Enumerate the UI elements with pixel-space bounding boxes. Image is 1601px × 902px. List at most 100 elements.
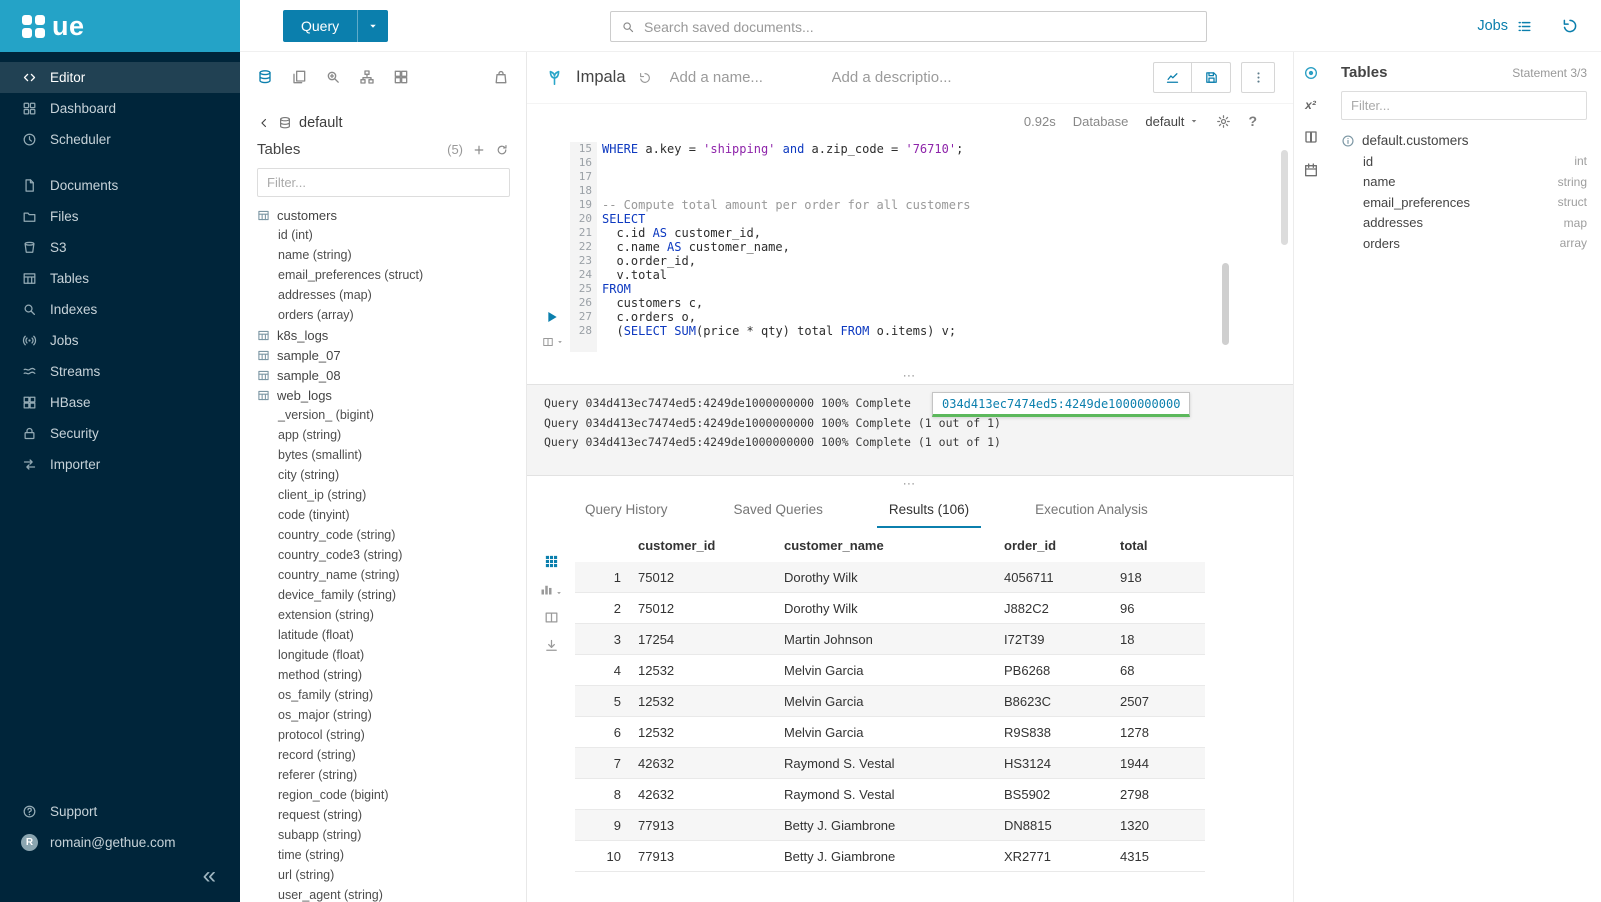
column-item-country-code3[interactable]: country_code3 (string): [257, 545, 526, 565]
collapse-sidebar-button[interactable]: «: [0, 858, 240, 902]
sidebar-item-romain-gethue-com[interactable]: Rromain@gethue.com: [0, 827, 240, 858]
sidebar-item-scheduler[interactable]: Scheduler: [0, 124, 240, 155]
table-row[interactable]: 1077913Betty J. GiambroneXR27714315: [575, 841, 1205, 872]
snippet-history-icon[interactable]: [638, 71, 652, 85]
search-input[interactable]: [644, 19, 1196, 35]
column-item-email-preferences[interactable]: email_preferencesstruct: [1341, 192, 1587, 213]
table-row[interactable]: 612532Melvin GarciaR9S8381278: [575, 717, 1205, 748]
hue-logo[interactable]: ue: [0, 0, 240, 52]
table-row[interactable]: 412532Melvin GarciaPB626868: [575, 655, 1205, 686]
column-item-extension[interactable]: extension (string): [257, 605, 526, 625]
quick-actions-icon[interactable]: [1303, 65, 1319, 81]
column-item-country-code[interactable]: country_code (string): [257, 525, 526, 545]
table-row[interactable]: 512532Melvin GarciaB8623C2507: [575, 686, 1205, 717]
download-results-icon[interactable]: [544, 638, 559, 653]
table-item-k8s-logs[interactable]: k8s_logs: [257, 325, 526, 345]
column-item-name[interactable]: name (string): [257, 245, 526, 265]
table-row[interactable]: 977913Betty J. GiambroneDN88151320: [575, 810, 1205, 841]
database-select[interactable]: default: [1145, 114, 1199, 129]
table-item-sample-07[interactable]: sample_07: [257, 345, 526, 365]
column-item-os-major[interactable]: os_major (string): [257, 705, 526, 725]
column-item-time[interactable]: time (string): [257, 845, 526, 865]
functions-icon[interactable]: x²: [1305, 98, 1316, 112]
language-reference-icon[interactable]: [1303, 129, 1319, 145]
table-row[interactable]: 742632Raymond S. VestalHS31241944: [575, 748, 1205, 779]
query-history-icon[interactable]: [1561, 17, 1579, 35]
table-row[interactable]: 317254Martin JohnsonI72T3918: [575, 624, 1205, 655]
main-scrollbar[interactable]: [1281, 150, 1288, 245]
column-item-request[interactable]: request (string): [257, 805, 526, 825]
chart-view-button[interactable]: [539, 582, 563, 597]
column-item-addresses[interactable]: addressesmap: [1341, 213, 1587, 234]
help-button[interactable]: ?: [1248, 113, 1257, 129]
column-item-url[interactable]: url (string): [257, 865, 526, 885]
sidebar-item-security[interactable]: Security: [0, 418, 240, 449]
more-actions-button[interactable]: [1241, 62, 1275, 93]
sidebar-item-files[interactable]: Files: [0, 201, 240, 232]
column-item-version[interactable]: _version_ (bigint): [257, 405, 526, 425]
columns-view-icon[interactable]: [544, 610, 559, 625]
save-button[interactable]: [1192, 62, 1231, 93]
schedule-icon[interactable]: [1303, 162, 1319, 178]
table-row[interactable]: 842632Raymond S. VestalBS59022798: [575, 779, 1205, 810]
tab-results-106[interactable]: Results (106): [877, 502, 981, 528]
editor-scrollbar[interactable]: [1222, 263, 1229, 345]
column-item-id[interactable]: idint: [1341, 151, 1587, 172]
query-description-input[interactable]: [832, 69, 982, 86]
bag-icon[interactable]: [493, 69, 509, 85]
sidebar-item-tables[interactable]: Tables: [0, 263, 240, 294]
add-table-icon[interactable]: [472, 143, 486, 157]
sidebar-item-documents[interactable]: Documents: [0, 170, 240, 201]
column-item-method[interactable]: method (string): [257, 665, 526, 685]
column-item-region-code[interactable]: region_code (bigint): [257, 785, 526, 805]
breadcrumb-database[interactable]: default: [299, 115, 343, 131]
new-query-button[interactable]: Query: [283, 10, 388, 42]
code-editor[interactable]: 1516171819202122232425262728 WHERE a.key…: [527, 138, 1293, 352]
column-item-record[interactable]: record (string): [257, 745, 526, 765]
column-item-id[interactable]: id (int): [257, 225, 526, 245]
sitemap-icon[interactable]: [359, 69, 375, 85]
snippet-options-button[interactable]: [542, 336, 564, 348]
column-item-code[interactable]: code (tinyint): [257, 505, 526, 525]
column-item-subapp[interactable]: subapp (string): [257, 825, 526, 845]
table-row[interactable]: 275012Dorothy WilkJ882C296: [575, 593, 1205, 624]
column-item-device-family[interactable]: device_family (string): [257, 585, 526, 605]
sidebar-item-jobs[interactable]: Jobs: [0, 325, 240, 356]
sidebar-item-hbase[interactable]: HBase: [0, 387, 240, 418]
column-item-longitude[interactable]: longitude (float): [257, 645, 526, 665]
table-item-web-logs[interactable]: web_logs: [257, 385, 526, 405]
column-item-protocol[interactable]: protocol (string): [257, 725, 526, 745]
jobs-link[interactable]: Jobs: [1477, 18, 1533, 35]
tab-saved-queries[interactable]: Saved Queries: [722, 502, 835, 528]
tables-filter-input[interactable]: [257, 168, 510, 197]
column-item-client-ip[interactable]: client_ip (string): [257, 485, 526, 505]
refresh-tables-icon[interactable]: [495, 143, 509, 157]
column-item-addresses[interactable]: addresses (map): [257, 285, 526, 305]
column-item-referer[interactable]: referer (string): [257, 765, 526, 785]
database-browser-icon[interactable]: [257, 69, 273, 85]
zoom-search-icon[interactable]: [325, 69, 341, 85]
sidebar-item-editor[interactable]: Editor: [0, 62, 240, 93]
active-table-row[interactable]: default.customers: [1341, 133, 1587, 148]
column-item-orders[interactable]: ordersarray: [1341, 233, 1587, 254]
back-chevron-icon[interactable]: [257, 116, 271, 130]
query-dropdown-caret-icon[interactable]: [358, 20, 388, 32]
sidebar-item-dashboard[interactable]: Dashboard: [0, 93, 240, 124]
log-splitter-top[interactable]: [527, 368, 1293, 384]
column-item-name[interactable]: namestring: [1341, 172, 1587, 193]
column-item-orders[interactable]: orders (array): [257, 305, 526, 325]
column-item-country-name[interactable]: country_name (string): [257, 565, 526, 585]
sidebar-item-streams[interactable]: Streams: [0, 356, 240, 387]
tab-query-history[interactable]: Query History: [573, 502, 680, 528]
right-filter-input[interactable]: [1341, 91, 1587, 120]
code-lines[interactable]: WHERE a.key = 'shipping' and a.zip_code …: [597, 142, 1293, 352]
column-item-bytes[interactable]: bytes (smallint): [257, 445, 526, 465]
apps-grid-icon[interactable]: [393, 69, 409, 85]
log-splitter-bottom[interactable]: [527, 476, 1293, 492]
table-row[interactable]: 175012Dorothy Wilk4056711918: [575, 562, 1205, 593]
column-item-latitude[interactable]: latitude (float): [257, 625, 526, 645]
table-item-sample-08[interactable]: sample_08: [257, 365, 526, 385]
documents-assist-icon[interactable]: [291, 69, 307, 85]
sidebar-item-s3[interactable]: S3: [0, 232, 240, 263]
column-item-os-family[interactable]: os_family (string): [257, 685, 526, 705]
